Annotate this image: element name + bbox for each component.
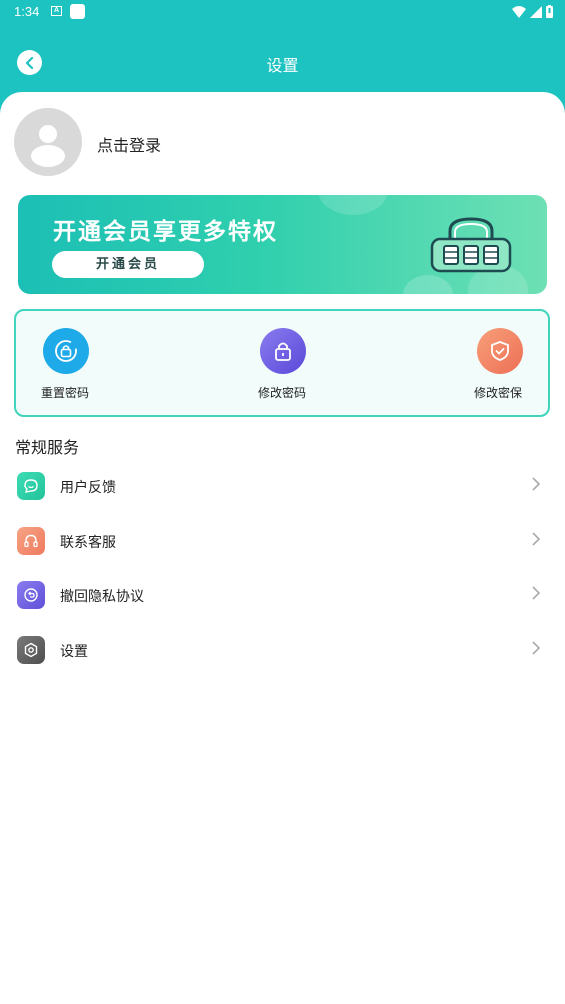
section-title: 常规服务 bbox=[15, 438, 80, 457]
chevron-right-icon bbox=[532, 641, 541, 655]
vip-banner-title: 开通会员享更多特权 bbox=[53, 218, 278, 245]
undo-icon bbox=[17, 581, 45, 609]
list-item-revoke-privacy[interactable]: 撤回隐私协议 bbox=[0, 569, 565, 619]
status-time: 1:34 bbox=[14, 4, 40, 19]
notification-a-icon: A bbox=[51, 6, 62, 16]
change-security-question-action[interactable]: 修改密保 bbox=[454, 311, 544, 415]
main-card: 点击登录 开通会员享更多特权 开通会员 重置密码 修改密码 修改密保 常规服务 … bbox=[0, 92, 565, 1004]
combination-lock-icon bbox=[430, 217, 512, 273]
chevron-right-icon bbox=[532, 532, 541, 546]
signal-icon bbox=[530, 5, 542, 18]
notification-square-icon bbox=[70, 4, 85, 19]
list-item-feedback[interactable]: 用户反馈 bbox=[0, 460, 565, 510]
chevron-right-icon bbox=[532, 586, 541, 600]
headset-icon bbox=[17, 527, 45, 555]
status-indicators bbox=[512, 5, 553, 18]
banner-decoration bbox=[318, 195, 388, 215]
security-actions-panel: 重置密码 修改密码 修改密保 bbox=[14, 309, 550, 417]
vip-banner[interactable]: 开通会员享更多特权 开通会员 bbox=[18, 195, 547, 294]
list-item-settings[interactable]: 设置 bbox=[0, 624, 565, 674]
wifi-icon bbox=[512, 5, 526, 18]
lock-icon bbox=[260, 328, 306, 374]
banner-decoration bbox=[403, 275, 453, 294]
battery-icon bbox=[546, 5, 553, 18]
vip-open-button[interactable]: 开通会员 bbox=[52, 251, 204, 278]
list-item-label: 联系客服 bbox=[60, 535, 116, 551]
login-link[interactable]: 点击登录 bbox=[97, 132, 161, 156]
user-silhouette-icon bbox=[31, 125, 65, 167]
app-header: 设置 bbox=[0, 38, 565, 84]
chevron-right-icon bbox=[532, 477, 541, 491]
change-password-label: 修改密码 bbox=[258, 386, 307, 400]
list-item-label: 设置 bbox=[60, 644, 88, 660]
status-bar: 1:34 A bbox=[0, 0, 565, 24]
list-item-label: 用户反馈 bbox=[60, 480, 116, 496]
gear-icon bbox=[17, 636, 45, 664]
reset-lock-icon bbox=[43, 328, 89, 374]
list-item-label: 撤回隐私协议 bbox=[60, 589, 144, 605]
reset-password-label: 重置密码 bbox=[41, 386, 90, 400]
chat-bubble-icon bbox=[17, 472, 45, 500]
avatar[interactable] bbox=[14, 108, 82, 176]
change-security-question-label: 修改密保 bbox=[474, 386, 523, 400]
page-title: 设置 bbox=[266, 56, 299, 75]
list-item-customer-service[interactable]: 联系客服 bbox=[0, 515, 565, 565]
shield-check-icon bbox=[477, 328, 523, 374]
change-password-action[interactable]: 修改密码 bbox=[239, 311, 329, 415]
reset-password-action[interactable]: 重置密码 bbox=[32, 311, 122, 415]
